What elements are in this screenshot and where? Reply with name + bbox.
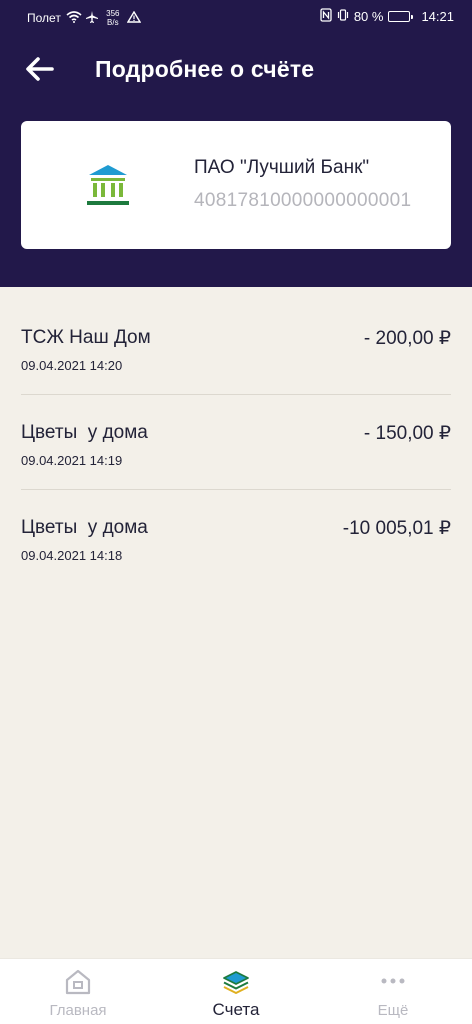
nav-item-accounts[interactable]: Счета [176, 959, 296, 1024]
airplane-icon [85, 10, 99, 27]
transaction-name: ТСЖ Наш Дом [21, 327, 151, 348]
battery-icon [388, 11, 414, 22]
home-icon [65, 969, 91, 995]
transaction-list: ТСЖ Наш Дом 09.04.2021 14:20 - 200,00 ₽ … [21, 300, 451, 585]
account-number: 40817810000000000001 [194, 190, 412, 211]
warning-icon [126, 10, 142, 26]
transaction-date: 09.04.2021 14:19 [21, 453, 123, 468]
more-dots-icon [381, 978, 405, 984]
header: Полет 356 B/s 80 % 14:21 Подробнее о счё… [0, 0, 472, 287]
transaction-date: 09.04.2021 14:20 [21, 358, 123, 373]
nav-label-accounts: Счета [212, 1000, 260, 1019]
back-button[interactable] [20, 52, 60, 86]
network-speed: 356 B/s [103, 9, 123, 27]
transaction-row[interactable]: ТСЖ Наш Дом 09.04.2021 14:20 - 200,00 ₽ [21, 300, 451, 395]
transaction-row[interactable]: Цветы у дома 09.04.2021 14:18 -10 005,01… [21, 490, 451, 585]
speed-unit: B/s [107, 18, 119, 27]
vibrate-icon [337, 8, 349, 25]
nav-item-more[interactable]: Ещё [333, 959, 453, 1024]
clock: 14:21 [421, 9, 454, 24]
battery-percent: 80 % [353, 9, 384, 24]
page-title: Подробнее о счёте [95, 56, 315, 82]
speed-value: 356 [106, 9, 120, 18]
transaction-row[interactable]: Цветы у дома 09.04.2021 14:19 - 150,00 ₽ [21, 395, 451, 490]
status-right: 80 % 14:21 [320, 8, 454, 25]
transaction-amount: - 200,00 ₽ [363, 328, 451, 349]
carrier-label: Полет [27, 11, 61, 25]
arrow-left-icon [26, 57, 54, 81]
nav-item-home[interactable]: Главная [18, 959, 138, 1024]
account-card[interactable]: ПАО "Лучший Банк" 40817810000000000001 [21, 121, 451, 249]
nfc-icon [320, 8, 332, 25]
transaction-name: Цветы у дома [21, 422, 148, 443]
status-bar: Полет 356 B/s 80 % 14:21 [0, 0, 472, 32]
bank-name: ПАО "Лучший Банк" [194, 157, 370, 178]
transaction-name: Цветы у дома [21, 517, 148, 538]
transaction-date: 09.04.2021 14:18 [21, 548, 123, 563]
layers-icon [223, 971, 249, 994]
transaction-amount: - 150,00 ₽ [363, 423, 451, 444]
nav-label-more: Ещё [377, 1002, 409, 1019]
transaction-amount: -10 005,01 ₽ [342, 518, 451, 539]
nav-label-home: Главная [49, 1002, 107, 1019]
status-left: Полет 356 B/s [27, 9, 142, 27]
bottom-navigation: Главная Счета Ещё [0, 958, 472, 1024]
bank-building-icon [87, 165, 129, 205]
top-app-bar: Подробнее о счёте [0, 44, 472, 94]
wifi-icon [66, 10, 82, 26]
